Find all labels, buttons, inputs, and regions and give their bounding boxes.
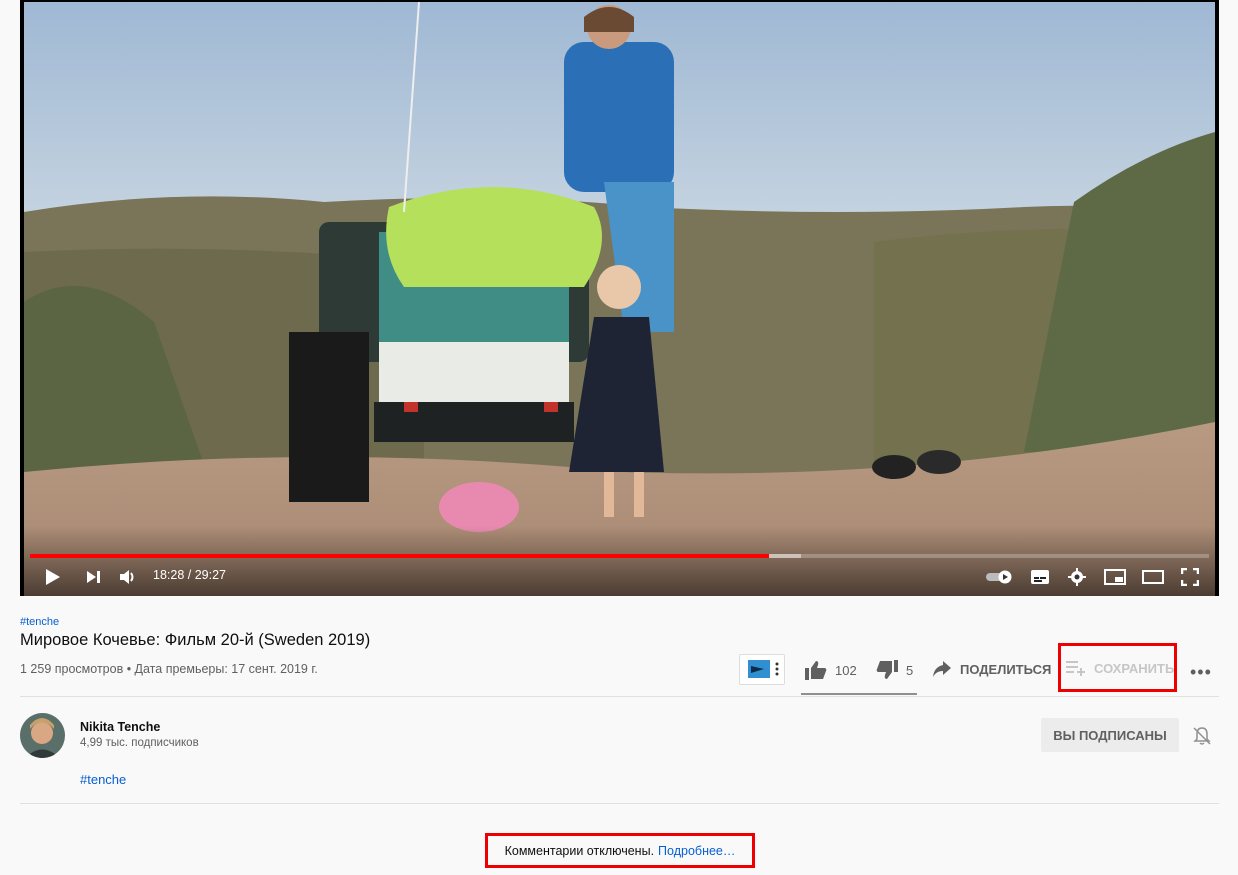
dislike-button[interactable]: 5 xyxy=(876,660,913,680)
more-actions-button[interactable]: ••• xyxy=(1190,662,1212,683)
comments-disabled-notice: Комментарии отключены. Подробнее… xyxy=(485,833,755,868)
avatar-image xyxy=(20,713,65,758)
thumbs-down-icon xyxy=(876,660,898,679)
learn-more-link[interactable]: Подробнее… xyxy=(658,844,735,858)
like-count: 102 xyxy=(835,662,857,678)
channel-branding-button[interactable] xyxy=(739,654,785,685)
video-meta: 1 259 просмотров • Дата премьеры: 17 сен… xyxy=(20,662,318,676)
fullscreen-button[interactable] xyxy=(1178,566,1202,588)
volume-icon xyxy=(120,570,134,584)
volume-button[interactable] xyxy=(117,566,139,588)
progress-bar[interactable] xyxy=(30,554,1209,558)
divider-top xyxy=(20,696,1219,697)
next-icon xyxy=(87,571,100,583)
autoplay-toggle-icon xyxy=(986,570,1012,584)
share-button[interactable]: ПОДЕЛИТЬСЯ xyxy=(932,660,1051,678)
theater-mode-icon xyxy=(1142,570,1164,584)
play-button[interactable] xyxy=(42,566,64,588)
notification-bell-button[interactable] xyxy=(1192,726,1212,751)
save-highlight-box xyxy=(1058,643,1177,692)
bell-off-icon xyxy=(1193,727,1211,745)
description-hashtag-link[interactable]: #tenche xyxy=(80,772,126,787)
channel-avatar[interactable] xyxy=(20,713,65,758)
share-label: ПОДЕЛИТЬСЯ xyxy=(960,661,1052,677)
comments-disabled-text: Комментарии отключены. xyxy=(504,843,655,858)
like-button[interactable]: 102 xyxy=(805,660,857,680)
fullscreen-icon xyxy=(1181,568,1199,586)
play-icon xyxy=(46,569,60,585)
thumbs-up-icon xyxy=(805,661,827,680)
video-player[interactable]: 18:28 / 29:27 xyxy=(20,0,1219,596)
video-frame[interactable] xyxy=(24,2,1215,596)
video-hashtag-link[interactable]: #tenche xyxy=(20,616,59,628)
time-display: 18:28 / 29:27 xyxy=(153,568,226,582)
sentiment-bar xyxy=(801,693,917,695)
dislike-count: 5 xyxy=(906,662,914,678)
channel-name[interactable]: Nikita Tenche xyxy=(80,720,160,734)
theater-mode-button[interactable] xyxy=(1140,566,1166,588)
settings-icon xyxy=(1068,568,1086,586)
divider-bottom xyxy=(20,803,1219,804)
video-title: Мировое Кочевье: Фильм 20-й (Sweden 2019… xyxy=(20,631,371,649)
next-button[interactable] xyxy=(83,566,105,588)
share-icon xyxy=(933,661,951,677)
subscriber-count: 4,99 тыс. подписчиков xyxy=(80,737,199,749)
miniplayer-button[interactable] xyxy=(1102,566,1128,588)
autoplay-toggle[interactable] xyxy=(984,566,1014,588)
miniplayer-icon xyxy=(1104,569,1126,585)
channel-logo-icon xyxy=(748,660,779,678)
video-still-image xyxy=(24,2,1215,596)
settings-button[interactable] xyxy=(1066,566,1088,588)
played-fill xyxy=(30,554,770,558)
subscribed-button[interactable]: ВЫ ПОДПИСАНЫ xyxy=(1041,718,1179,752)
subtitles-icon xyxy=(1031,570,1049,584)
subtitles-button[interactable] xyxy=(1028,566,1052,588)
